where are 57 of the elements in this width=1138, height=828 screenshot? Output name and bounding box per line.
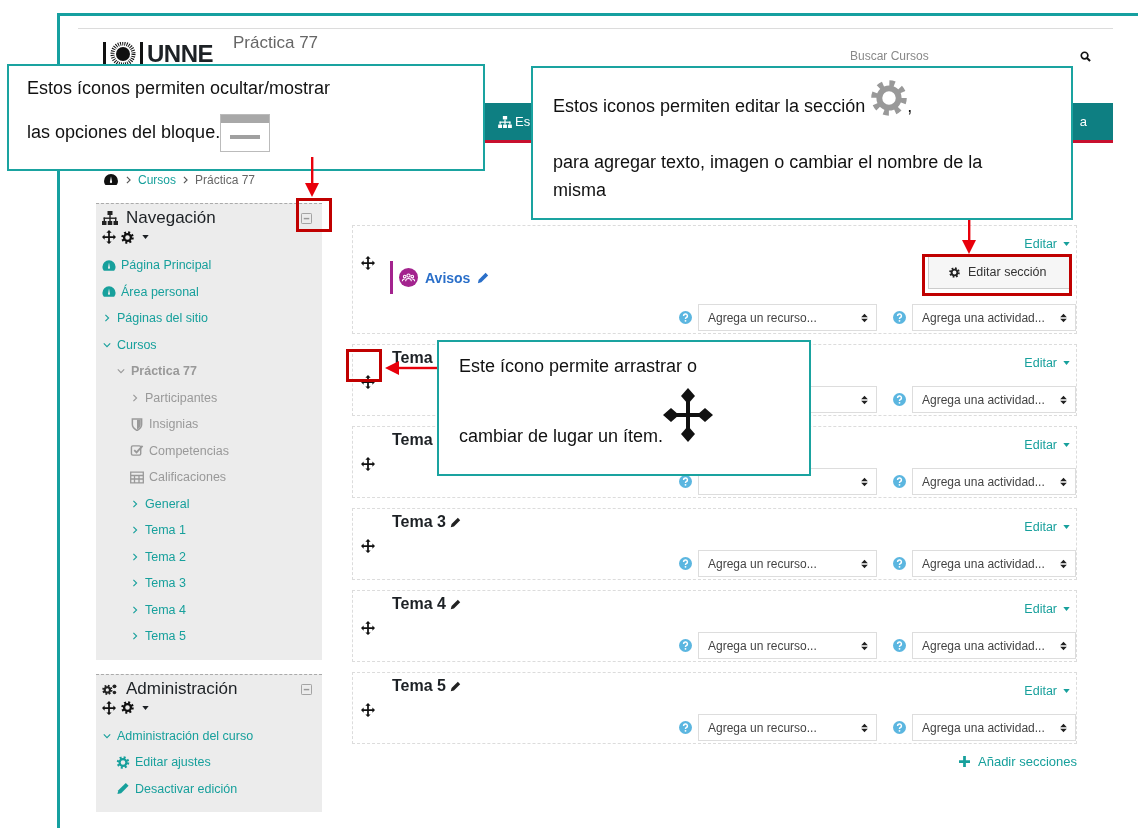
nav-link[interactable]: General [145, 496, 190, 511]
resource-dropdown[interactable]: Agrega un recurso... [698, 550, 877, 577]
edit-dropdown[interactable]: Editar [1024, 520, 1070, 534]
callout-text: las opciones del bloque. [27, 122, 221, 142]
nav-link[interactable]: Insignias [149, 417, 199, 432]
callout-text: para agregar texto, imagen o cambiar el nombre de la misma [553, 152, 983, 200]
block-title: Administración [126, 678, 238, 699]
add-sections-link[interactable]: Añadir secciones [959, 754, 1077, 769]
nav-bar-link[interactable]: Es [515, 114, 531, 129]
nav-link[interactable]: Tema 3 [145, 576, 186, 591]
nav-link[interactable]: Competencias [149, 443, 229, 458]
block-title: Navegación [126, 208, 216, 228]
logo-text[interactable]: UNNE [147, 40, 213, 68]
edit-dropdown[interactable]: Editar [1024, 356, 1070, 370]
resource-dropdown[interactable]: Agrega un recurso... [698, 632, 877, 659]
nav-link[interactable]: Tema 4 [145, 602, 186, 617]
callout-text: Estos iconos permiten editar la sección [553, 96, 866, 116]
callout-text: Este ícono permite arrastrar o [459, 356, 698, 376]
section-title: Tema 4 [392, 595, 446, 613]
activity-select[interactable]: Agrega una actividad... [912, 550, 1076, 577]
nav-bar-link[interactable]: a [1079, 114, 1087, 129]
edit-dropdown[interactable]: Editar [1024, 438, 1070, 452]
nav-link[interactable]: Tema 2 [145, 549, 186, 564]
edit-dropdown[interactable]: Editar [1024, 237, 1070, 251]
nav-link[interactable]: Participantes [145, 390, 218, 405]
nav-link[interactable]: Desactivar edición [135, 781, 238, 796]
section-title: Tema 5 [392, 677, 446, 695]
nav-link[interactable]: Página Principal [121, 258, 212, 273]
activity-select[interactable]: Agrega una actividad... [912, 632, 1076, 659]
edit-dropdown[interactable]: Editar [1024, 684, 1070, 698]
callout-text: Estos íconos permiten ocultar/mostrar [27, 78, 331, 98]
nav-link[interactable]: Tema 1 [145, 523, 186, 538]
nav-link[interactable]: Calificaciones [149, 470, 227, 485]
nav-link[interactable]: Área personal [121, 284, 199, 299]
nav-link[interactable]: Práctica 77 [131, 364, 198, 379]
section-title: Tema 3 [392, 513, 446, 531]
edit-dropdown[interactable]: Editar [1024, 602, 1070, 616]
activity-select[interactable]: Agrega una actividad... [912, 304, 1076, 331]
breadcrumb-link[interactable]: Cursos [138, 173, 176, 187]
activity-select[interactable]: Agrega una actividad... [912, 714, 1076, 741]
callout-text: cambiar de lugar un ítem. [459, 426, 664, 446]
section-title: Tema [392, 349, 433, 367]
nav-link[interactable]: Cursos [117, 337, 157, 352]
breadcrumb-link[interactable]: Práctica 77 [195, 173, 256, 187]
nav-link[interactable]: Editar ajustes [135, 755, 211, 770]
activity-select[interactable]: Agrega una actividad... [912, 468, 1076, 495]
nav-link[interactable]: Administración del curso [117, 728, 254, 743]
activity-select[interactable]: Agrega una actividad... [912, 386, 1076, 413]
resource-dropdown[interactable]: Agrega un recurso... [698, 714, 877, 741]
resource-dropdown[interactable]: Agrega un recurso... [698, 304, 877, 331]
course-title: Práctica 77 [233, 33, 319, 53]
nav-link[interactable]: Tema 5 [145, 629, 186, 644]
section-title: Tema [392, 431, 433, 449]
activity-link[interactable]: Avisos [425, 269, 471, 286]
nav-link[interactable]: Páginas del sitio [117, 311, 209, 326]
callout-text: , [907, 96, 913, 116]
edit-section-item[interactable]: Editar sección [929, 261, 1059, 283]
